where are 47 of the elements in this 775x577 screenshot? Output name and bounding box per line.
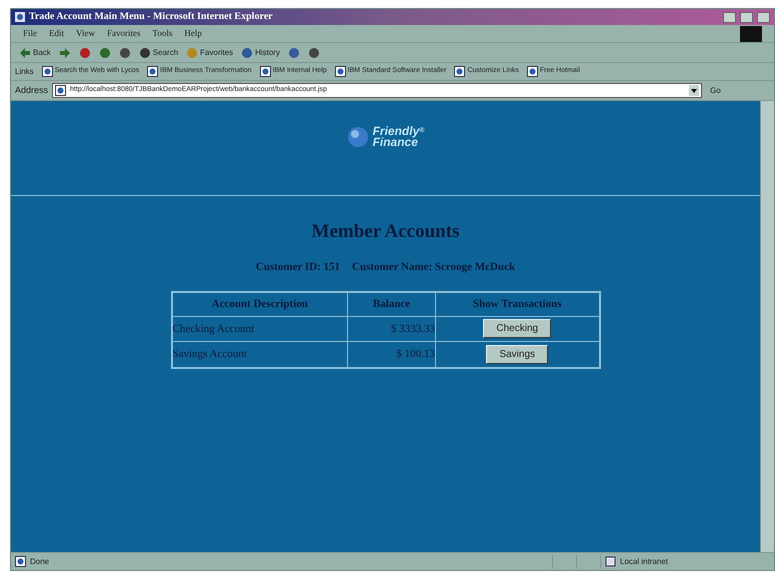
zone-icon [605,556,616,567]
status-text: Done [30,556,50,568]
menu-item[interactable]: Help [184,26,202,40]
page-icon [15,556,26,567]
toolbar-button[interactable]: History [241,46,280,58]
page-icon [42,66,53,77]
maximize-button[interactable] [740,12,753,22]
page-icon [260,66,271,77]
menu-item[interactable]: Edit [49,26,64,40]
table-cell: $ 3333.33 [348,316,436,342]
page-icon [147,66,158,77]
transactions-button[interactable]: Checking [483,319,552,338]
toolbar-button[interactable]: Search [138,46,178,58]
toolbar-button[interactable]: Back [19,46,51,58]
page-heading: Member Accounts [312,220,460,244]
page-icon [526,66,538,77]
toolbar-button[interactable]: Favorites [186,46,234,58]
minimize-button[interactable] [723,12,736,22]
close-button[interactable] [757,12,770,22]
go-button[interactable]: Go [710,84,721,96]
arrow-icon [58,46,71,58]
zone-text: Local intranet [620,556,668,568]
arrow-icon [19,46,31,58]
page-icon [454,66,466,77]
transactions-button[interactable]: Savings [486,344,548,364]
browser-icon [15,12,25,22]
table-cell: Savings Account [172,342,348,368]
column-header: Balance [348,292,436,316]
window-title: Trade Account Main Menu - Microsoft Internet Explorer [29,12,273,22]
logo-text: Finance [372,137,418,148]
dropdown-icon[interactable] [689,85,700,96]
customer-name: Customer Name: Scrooge McDuck [352,260,516,274]
column-header: Account Description [172,292,348,316]
toolbar-button[interactable] [58,46,71,58]
address-label: Address [15,84,48,97]
page-icon [55,85,66,96]
scrollbar[interactable] [760,101,774,552]
globe-icon [346,126,369,148]
menu-item[interactable]: File [23,26,38,40]
page-icon [334,66,346,77]
table-cell: Checking Account [172,316,348,342]
menu-item[interactable]: Tools [152,26,172,40]
links-label: Links [15,66,34,78]
customer-id: Customer ID: 151 [256,260,340,274]
logo-text: Friendly$^{®}$ [372,126,424,137]
menu-item[interactable]: Favorites [106,26,140,40]
menu-item[interactable]: View [76,26,95,40]
